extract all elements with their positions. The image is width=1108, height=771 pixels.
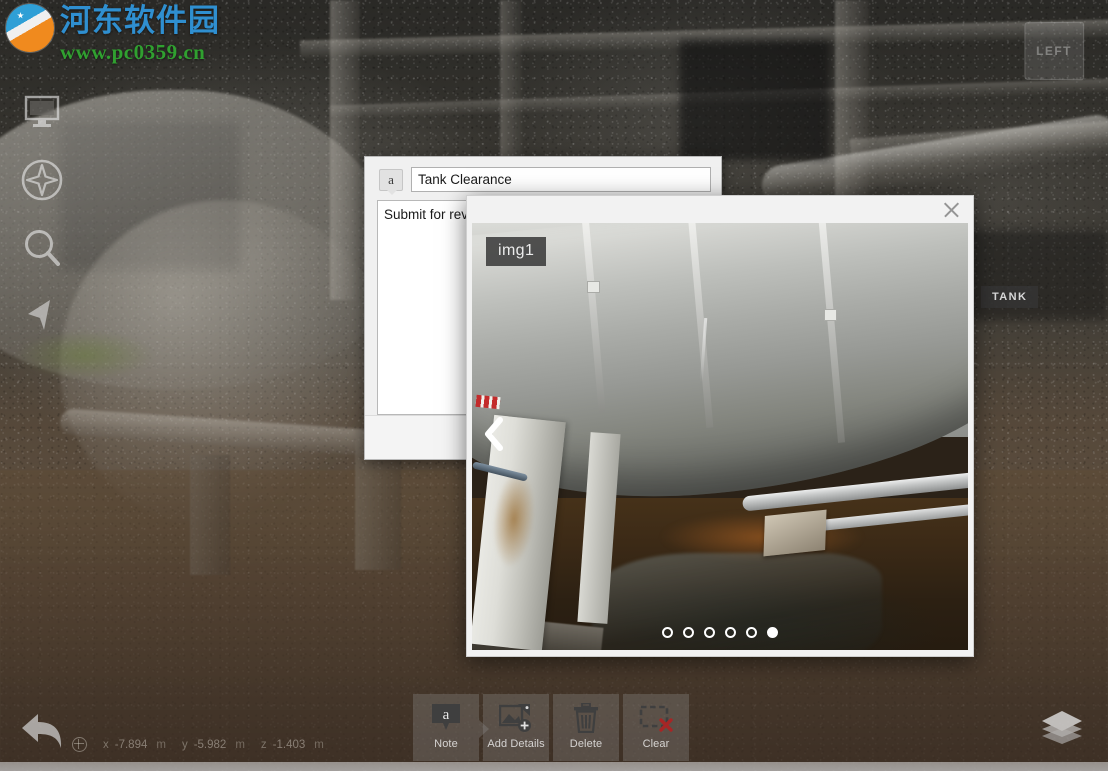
clear-tool-button[interactable]: Clear — [623, 694, 689, 761]
photo-layer-pipe-clamp — [587, 281, 600, 293]
application-window: 河东软件园 www.pc0359.cn — [0, 0, 1108, 771]
sidebar-item-screen[interactable] — [16, 86, 68, 138]
sidebar-item-search[interactable] — [16, 222, 68, 274]
photo-layer-baseplate — [763, 510, 826, 557]
window-bottom-strip — [0, 762, 1108, 771]
svg-text:a: a — [443, 707, 450, 723]
note-tool-button[interactable]: a Note — [413, 694, 479, 761]
note-title-input[interactable] — [411, 167, 711, 192]
cursor-pointer-icon — [20, 294, 64, 338]
point-cloud-pipe — [60, 408, 401, 458]
prev-image-button[interactable] — [480, 416, 508, 458]
sidebar-item-compass[interactable] — [16, 154, 68, 206]
monitor-screen-icon — [24, 95, 60, 129]
point-cloud-pedestal — [190, 455, 230, 575]
chevron-left-icon — [482, 416, 506, 457]
undo-button[interactable] — [18, 706, 68, 754]
image-viewer-titlebar — [467, 196, 973, 223]
layers-stack-icon — [1038, 733, 1086, 750]
bottom-toolbar: a Note Add Details — [413, 694, 689, 761]
trash-can-icon — [569, 703, 603, 733]
point-cloud-beam — [330, 78, 1108, 119]
add-details-tool-button[interactable]: Add Details — [483, 694, 549, 761]
photo-layer-pipe-clamp — [824, 309, 837, 321]
photo-industrial-pipe — [472, 223, 968, 650]
photo-layer-warning-tape — [475, 395, 500, 409]
clear-tool-label: Clear — [643, 738, 670, 750]
add-image-tag-icon — [499, 703, 533, 733]
point-cloud-beam — [300, 19, 1108, 58]
point-cloud-void — [680, 40, 830, 160]
compass-icon — [20, 158, 64, 202]
image-viewer-stage[interactable]: img1 — [472, 223, 968, 650]
magnifier-icon — [20, 226, 64, 270]
add-details-tool-label: Add Details — [487, 738, 544, 750]
point-cloud-column — [330, 0, 360, 300]
close-icon[interactable] — [942, 200, 961, 219]
layers-button[interactable] — [1038, 706, 1086, 746]
point-cloud-tank-secondary — [60, 200, 390, 530]
delete-tool-button[interactable]: Delete — [553, 694, 619, 761]
delete-tool-label: Delete — [570, 738, 602, 750]
point-cloud-beam — [849, 121, 1108, 165]
tank-label-tag[interactable]: TANK — [981, 286, 1038, 308]
image-name-chip: img1 — [486, 237, 546, 266]
undo-arrow-icon — [18, 741, 68, 758]
note-dialog-title-row: a — [365, 157, 721, 198]
pagination-dot[interactable] — [725, 627, 736, 638]
clear-selection-icon — [639, 703, 673, 733]
view-cube[interactable]: LEFT — [1024, 22, 1084, 81]
pagination-dot[interactable] — [746, 627, 757, 638]
pagination-dot-active[interactable] — [767, 627, 778, 638]
note-speech-bubble-icon: a — [429, 703, 463, 733]
pagination-dot[interactable] — [683, 627, 694, 638]
point-cloud-void — [60, 120, 240, 270]
note-marker-icon: a — [379, 169, 403, 191]
pagination-dot[interactable] — [704, 627, 715, 638]
sidebar-item-pointer[interactable] — [16, 290, 68, 342]
left-tool-rail — [16, 86, 68, 342]
note-tool-label: Note — [434, 738, 458, 750]
pagination-dot[interactable] — [662, 627, 673, 638]
image-pagination-dots — [662, 627, 778, 638]
image-viewer-dialog: img1 — [466, 195, 974, 657]
